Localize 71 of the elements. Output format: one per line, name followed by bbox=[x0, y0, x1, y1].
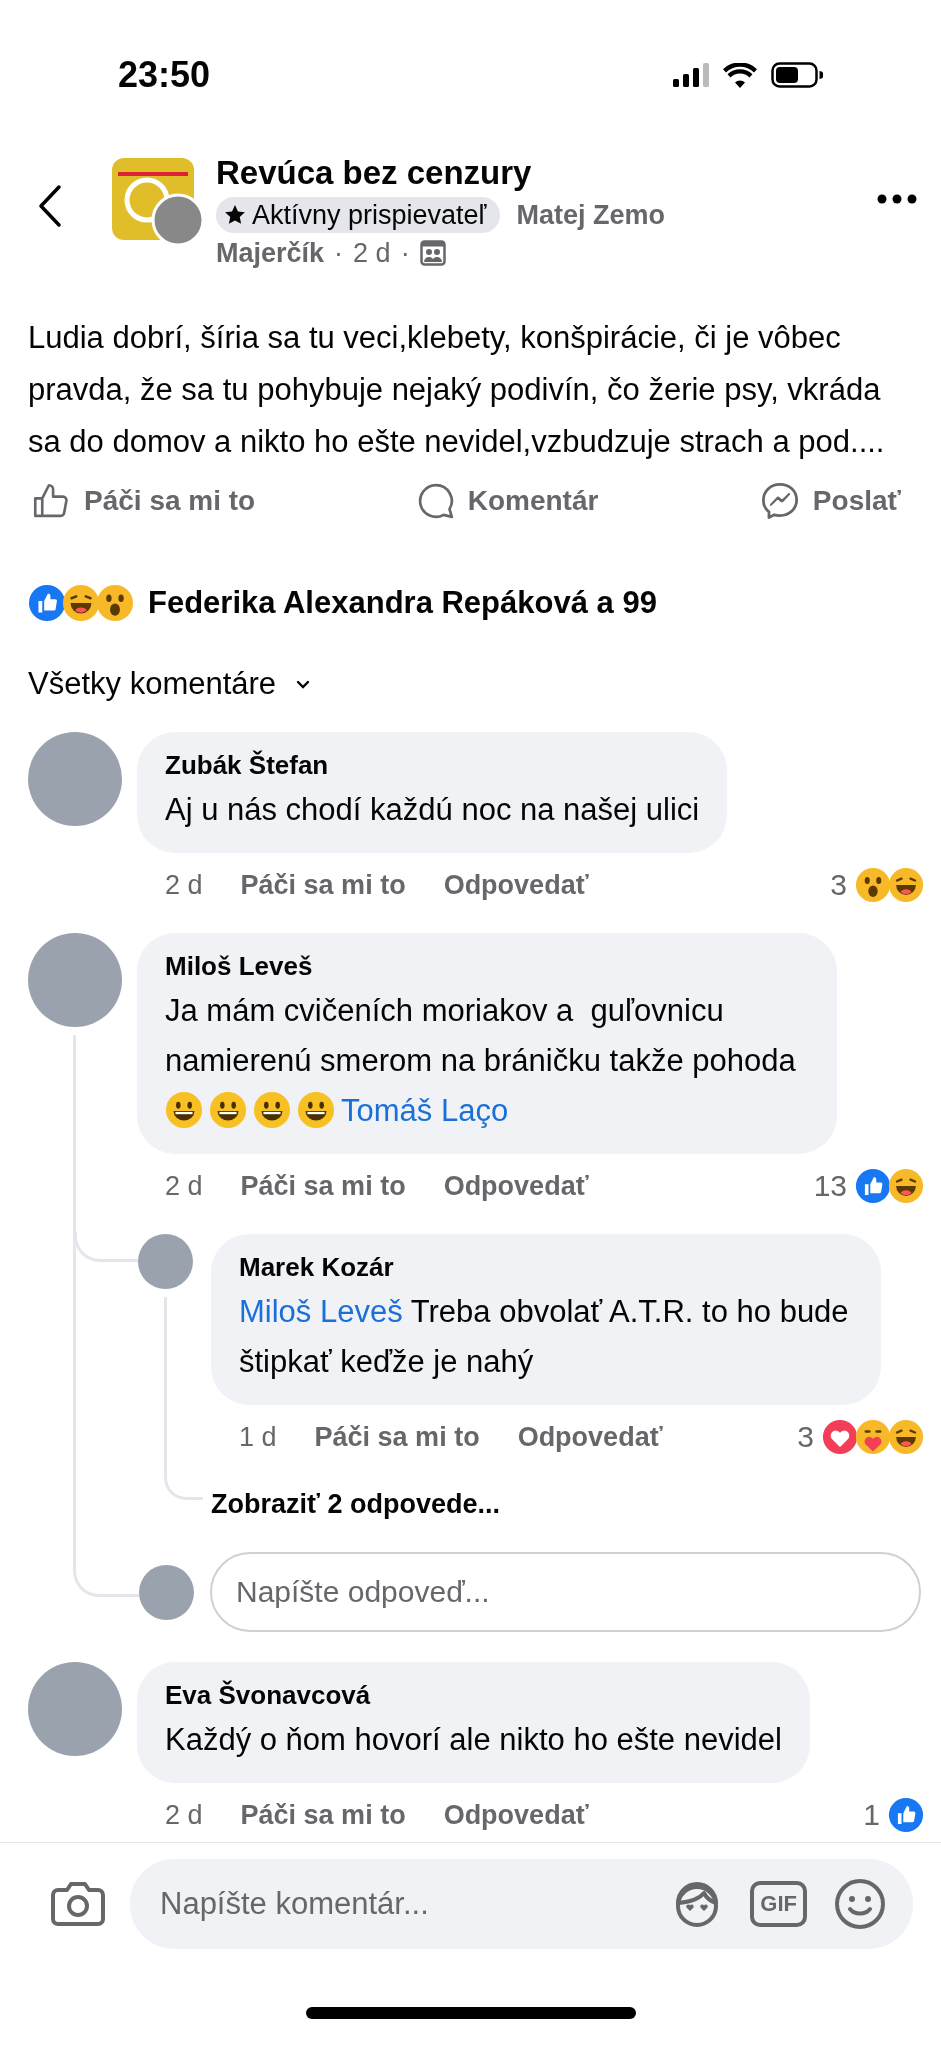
avatar bbox=[139, 1564, 194, 1620]
mention-link[interactable]: Tomáš Laço bbox=[341, 1093, 509, 1128]
post-action-button[interactable]: Komentár bbox=[415, 474, 599, 528]
like-link[interactable]: Páči sa mi to bbox=[240, 1170, 406, 1202]
comment-time: 2 d bbox=[165, 1170, 203, 1202]
reply-link[interactable]: Odpovedať bbox=[443, 1799, 589, 1831]
hugging-face-icon bbox=[855, 1419, 891, 1455]
separator: · bbox=[334, 237, 344, 270]
battery-icon bbox=[771, 62, 823, 88]
camera-icon[interactable] bbox=[50, 1880, 106, 1928]
reply-link[interactable]: Odpovedať bbox=[443, 1170, 589, 1202]
surprised-face-icon bbox=[855, 867, 891, 903]
more-icon[interactable] bbox=[877, 194, 917, 204]
reply-link[interactable]: Odpovedať bbox=[443, 869, 589, 901]
author-name[interactable]: Matej Zemo bbox=[516, 196, 665, 234]
wifi-icon bbox=[723, 62, 757, 88]
post-time: 2 d bbox=[353, 237, 391, 270]
back-icon[interactable] bbox=[38, 184, 62, 228]
like-link[interactable]: Páči sa mi to bbox=[240, 1799, 406, 1831]
view-replies-link[interactable]: Zobraziť 2 odpovede... bbox=[211, 1489, 500, 1520]
laughing-face-icon bbox=[888, 867, 924, 903]
smiley-icon[interactable] bbox=[833, 1877, 887, 1931]
reaction-count: 13 bbox=[813, 1169, 847, 1203]
commenter-name[interactable]: Miloš Leveš bbox=[165, 951, 809, 982]
reaction-count: 3 bbox=[830, 868, 847, 902]
like-reaction-icon bbox=[28, 584, 66, 622]
comment-time: 2 d bbox=[165, 869, 203, 901]
comment-sort-dropdown[interactable]: Všetky komentáre bbox=[28, 666, 311, 702]
group-name[interactable]: Revúca bez cenzury bbox=[216, 154, 877, 192]
comment-time: 2 d bbox=[165, 1799, 203, 1831]
mention-link[interactable]: Miloš Leveš bbox=[239, 1294, 403, 1329]
status-time: 23:50 bbox=[118, 54, 211, 96]
reaction-count: 3 bbox=[797, 1420, 814, 1454]
reactions-summary[interactable]: Federika Alexandra Repáková a 99 bbox=[148, 585, 657, 621]
grinning-face-icon bbox=[165, 1091, 203, 1129]
members-icon bbox=[419, 240, 446, 266]
grinning-face-icon bbox=[209, 1091, 247, 1129]
like-link[interactable]: Páči sa mi to bbox=[314, 1421, 480, 1453]
reaction-count: 1 bbox=[863, 1798, 880, 1832]
commenter-name[interactable]: Marek Kozár bbox=[239, 1252, 853, 1283]
comment-text: Aj u nás chodí každú noc na našej ulici bbox=[165, 791, 700, 829]
comment-time: 1 d bbox=[239, 1421, 277, 1453]
badge-label: Aktívny prispievateľ bbox=[252, 199, 487, 232]
author-name[interactable]: Majerčík bbox=[216, 234, 325, 272]
post-action-button[interactable]: Poslať bbox=[758, 474, 901, 528]
surprised-face-icon bbox=[96, 584, 134, 622]
avatar[interactable] bbox=[138, 1234, 193, 1289]
laughing-face-icon bbox=[62, 584, 100, 622]
star-icon bbox=[224, 204, 246, 226]
like-reaction-icon bbox=[888, 1797, 924, 1833]
post-action-button[interactable]: Páči sa mi to bbox=[30, 474, 256, 528]
chevron-down-icon bbox=[296, 679, 311, 689]
like-link[interactable]: Páči sa mi to bbox=[240, 869, 406, 901]
laughing-face-icon bbox=[888, 1168, 924, 1204]
grinning-face-icon bbox=[253, 1091, 291, 1129]
like-reaction-icon bbox=[855, 1168, 891, 1204]
gif-button[interactable]: GIF bbox=[750, 1881, 807, 1927]
comment-text: Miloš Leveš Treba obvolať A.T.R. to ho bude štipkať keďže je nahý bbox=[239, 1293, 850, 1381]
commenter-name[interactable]: Eva Švonavcová bbox=[165, 1680, 782, 1711]
commenter-name[interactable]: Zubák Štefan bbox=[165, 750, 700, 781]
post-text: Ludia dobrí, šíria sa tu veci,klebety, konšpirácie, či je vôbec pravda, že sa tu pohybuje nejaký podivín, čo žerie psy, vkráda sa do domov a nikto ho ešte nevidel,vzbudzuje strach a pod.... bbox=[27, 319, 886, 461]
heart-reaction-icon bbox=[822, 1419, 858, 1455]
comment-text: Každý o ňom hovorí ale nikto ho ešte nevidel bbox=[165, 1721, 782, 1759]
reply-link[interactable]: Odpovedať bbox=[517, 1421, 663, 1453]
reply-field[interactable]: Napíšte odpoveď... bbox=[210, 1552, 921, 1632]
grinning-face-icon bbox=[297, 1091, 335, 1129]
signal-icon bbox=[673, 63, 709, 87]
laughing-face-icon bbox=[888, 1419, 924, 1455]
comment-text: Ja mám cvičeních moriakov a guľovnicu namierenú smerom na bráničku takže pohoda Tomáš Laço bbox=[165, 992, 797, 1131]
separator: · bbox=[400, 237, 410, 270]
comment-field[interactable]: Napíšte komentár... GIF bbox=[130, 1859, 913, 1949]
